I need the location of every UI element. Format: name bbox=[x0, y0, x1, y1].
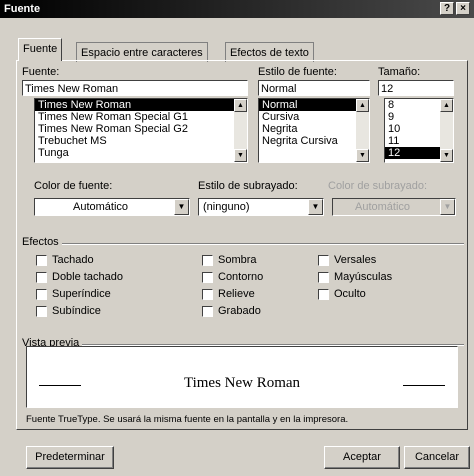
chevron-down-icon[interactable]: ▼ bbox=[174, 199, 189, 215]
style-list-scrollbar[interactable]: ▲ ▼ bbox=[356, 99, 369, 162]
font-color-select[interactable]: Automático ▼ bbox=[34, 198, 190, 216]
checkbox-label: Contorno bbox=[218, 271, 264, 283]
checkbox-label: Versales bbox=[334, 254, 377, 266]
checkbox-oculto[interactable] bbox=[318, 289, 329, 300]
checkbox-label: Superíndice bbox=[52, 288, 111, 300]
effects-group-label: Efectos bbox=[22, 236, 62, 248]
font-color-label: Color de fuente: bbox=[34, 180, 113, 192]
font-option[interactable]: Times New Roman Special G2 bbox=[35, 123, 247, 135]
ok-button[interactable]: Aceptar bbox=[324, 446, 400, 469]
cancel-button[interactable]: Cancelar bbox=[404, 446, 470, 469]
font-input[interactable]: Times New Roman bbox=[22, 80, 248, 96]
checkbox-subindice[interactable] bbox=[36, 306, 47, 317]
font-option[interactable]: Trebuchet MS bbox=[35, 135, 247, 147]
tab-fuente-label: Fuente bbox=[23, 43, 58, 55]
preview-group-line bbox=[22, 344, 464, 345]
size-label: Tamaño: bbox=[378, 66, 421, 78]
font-option[interactable]: Times New Roman Special G1 bbox=[35, 111, 247, 123]
default-button[interactable]: Predeterminar bbox=[26, 446, 114, 469]
font-option[interactable]: Tunga bbox=[35, 147, 247, 159]
font-option[interactable]: Times New Roman bbox=[35, 99, 247, 111]
underline-color-label: Color de subrayado: bbox=[328, 180, 428, 192]
style-option[interactable]: Cursiva bbox=[259, 111, 369, 123]
scroll-down-icon[interactable]: ▼ bbox=[356, 149, 369, 162]
font-dialog: Fuente ? × Fuente Espacio entre caracter… bbox=[0, 0, 474, 476]
title-bar: Fuente ? × bbox=[0, 0, 474, 18]
tab-fuente[interactable]: Fuente bbox=[18, 38, 63, 61]
style-label: Estilo de fuente: bbox=[258, 66, 337, 78]
preview-box: Times New Roman bbox=[26, 346, 458, 408]
tab-espacio-entre-caracteres[interactable]: Espacio entre caracteres bbox=[76, 42, 208, 62]
scroll-down-icon[interactable]: ▼ bbox=[440, 149, 453, 162]
scroll-up-icon[interactable]: ▲ bbox=[356, 99, 369, 112]
scroll-up-icon[interactable]: ▲ bbox=[234, 99, 247, 112]
checkbox-relieve[interactable] bbox=[202, 289, 213, 300]
preview-sample-text: Times New Roman bbox=[183, 375, 301, 391]
checkbox-sombra[interactable] bbox=[202, 255, 213, 266]
preview-note: Fuente TrueType. Se usará la misma fuent… bbox=[26, 414, 349, 425]
tab-espacio-label: Espacio entre caracteres bbox=[81, 47, 203, 59]
style-input[interactable]: Normal bbox=[258, 80, 370, 96]
checkbox-grabado[interactable] bbox=[202, 306, 213, 317]
size-list[interactable]: 8 9 10 11 12 ▲ ▼ bbox=[384, 98, 454, 163]
checkbox-label: Relieve bbox=[218, 288, 255, 300]
checkbox-contorno[interactable] bbox=[202, 272, 213, 283]
checkbox-superindice[interactable] bbox=[36, 289, 47, 300]
underline-color-value: Automático bbox=[355, 201, 411, 213]
checkbox-label: Grabado bbox=[218, 305, 261, 317]
checkbox-label: Tachado bbox=[52, 254, 94, 266]
preview-line-right bbox=[403, 385, 445, 386]
checkbox-doble-tachado[interactable] bbox=[36, 272, 47, 283]
chevron-down-icon[interactable]: ▼ bbox=[440, 199, 455, 215]
style-option[interactable]: Negrita Cursiva bbox=[259, 135, 369, 147]
checkbox-versales[interactable] bbox=[318, 255, 329, 266]
help-button[interactable]: ? bbox=[440, 2, 454, 15]
effects-group-line bbox=[22, 243, 464, 244]
font-list[interactable]: Times New Roman Times New Roman Special … bbox=[34, 98, 248, 163]
tab-efectos-de-texto[interactable]: Efectos de texto bbox=[225, 42, 314, 62]
size-list-scrollbar[interactable]: ▲ ▼ bbox=[440, 99, 453, 162]
font-label: Fuente: bbox=[22, 66, 60, 78]
font-list-scrollbar[interactable]: ▲ ▼ bbox=[234, 99, 247, 162]
checkbox-mayusculas[interactable] bbox=[318, 272, 329, 283]
scroll-down-icon[interactable]: ▼ bbox=[234, 149, 247, 162]
checkbox-label: Doble tachado bbox=[52, 271, 123, 283]
window-title: Fuente bbox=[4, 3, 41, 15]
tab-efectos-label: Efectos de texto bbox=[230, 47, 309, 59]
checkbox-label: Subíndice bbox=[52, 305, 101, 317]
underline-color-select[interactable]: Automático ▼ bbox=[332, 198, 456, 216]
style-option[interactable]: Normal bbox=[259, 99, 369, 111]
font-color-value: Automático bbox=[73, 201, 129, 213]
scroll-up-icon[interactable]: ▲ bbox=[440, 99, 453, 112]
checkbox-label: Oculto bbox=[334, 288, 366, 300]
checkbox-label: Mayúsculas bbox=[334, 271, 393, 283]
underline-style-label: Estilo de subrayado: bbox=[198, 180, 298, 192]
checkbox-label: Sombra bbox=[218, 254, 257, 266]
underline-style-select[interactable]: (ninguno) ▼ bbox=[198, 198, 324, 216]
checkbox-tachado[interactable] bbox=[36, 255, 47, 266]
underline-style-value: (ninguno) bbox=[203, 201, 250, 213]
style-list[interactable]: Normal Cursiva Negrita Negrita Cursiva ▲… bbox=[258, 98, 370, 163]
style-option[interactable]: Negrita bbox=[259, 123, 369, 135]
size-input[interactable]: 12 bbox=[378, 80, 454, 96]
chevron-down-icon[interactable]: ▼ bbox=[308, 199, 323, 215]
close-button[interactable]: × bbox=[456, 2, 470, 15]
